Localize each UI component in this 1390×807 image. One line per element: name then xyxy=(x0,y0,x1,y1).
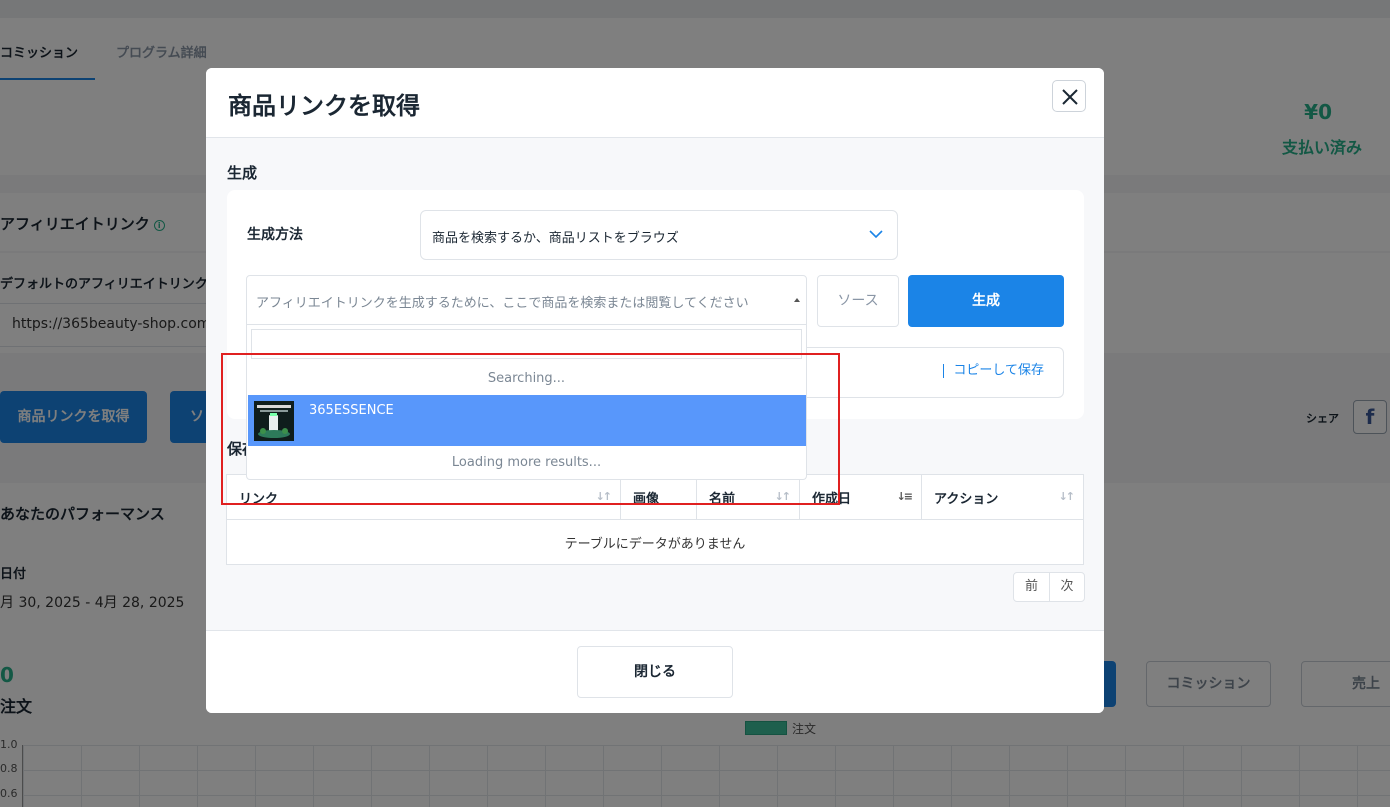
product-search-select[interactable]: アフィリエイトリンクを生成するために、ここで商品を検索または閲覧してください xyxy=(246,275,807,325)
next-page-button[interactable]: 次 xyxy=(1049,573,1084,601)
copy-save-link[interactable]: コピーして保存 xyxy=(943,364,1044,378)
generate-section-label: 生成 xyxy=(227,164,258,182)
caret-up-icon xyxy=(794,298,800,302)
chevron-down-icon xyxy=(869,230,883,239)
method-select-value: 商品を検索するか、商品リストをブラウズ xyxy=(432,231,679,246)
modal-footer: 閉じる xyxy=(206,630,1104,713)
prev-page-button[interactable]: 前 xyxy=(1014,573,1049,601)
pagination: 前 次 xyxy=(1013,572,1085,602)
empty-table-message: テーブルにデータがありません xyxy=(226,519,1084,565)
column-header-label: アクション xyxy=(934,491,999,507)
method-label: 生成方法 xyxy=(247,227,303,243)
close-icon xyxy=(1062,89,1078,105)
product-search-placeholder: アフィリエイトリンクを生成するために、ここで商品を検索または閲覧してください xyxy=(256,296,749,311)
sort-desc-icon: ↓≡ xyxy=(896,490,914,503)
column-header-action[interactable]: アクション ↓↑ xyxy=(921,474,1084,520)
modal-title: 商品リンクを取得 xyxy=(228,92,420,120)
modal-header: 商品リンクを取得 xyxy=(206,68,1104,138)
table-row: テーブルにデータがありません xyxy=(226,519,1084,565)
annotation-highlight-box xyxy=(221,353,840,505)
close-button[interactable]: 閉じる xyxy=(577,646,733,698)
sort-icon: ↓↑ xyxy=(1058,490,1076,503)
close-icon-button[interactable] xyxy=(1052,80,1086,112)
generate-button[interactable]: 生成 xyxy=(908,275,1064,327)
source-button[interactable]: ソース xyxy=(817,275,899,327)
method-select[interactable]: 商品を検索するか、商品リストをブラウズ xyxy=(420,210,898,260)
